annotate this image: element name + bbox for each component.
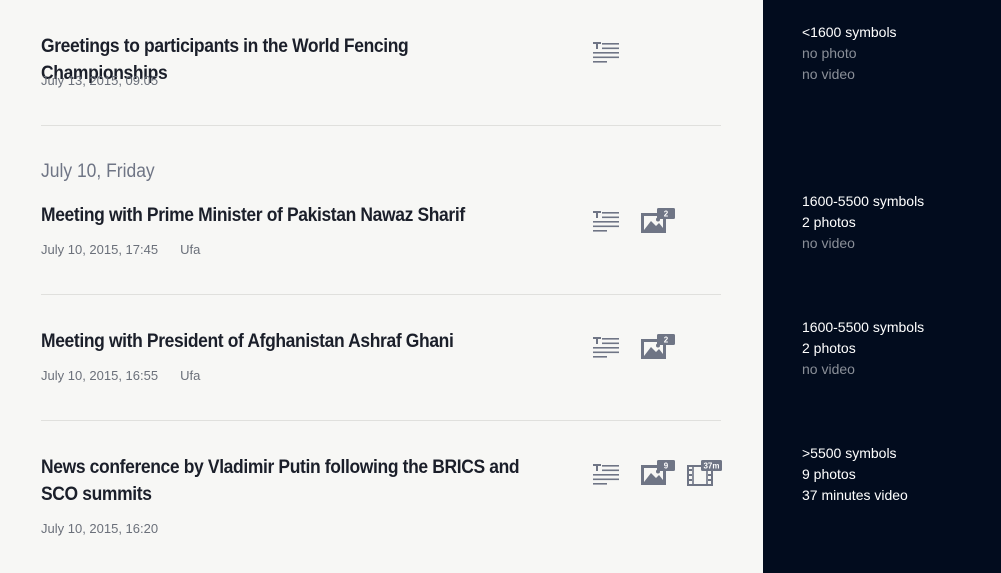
entry-meta: July 10, 2015, 17:45 Ufa xyxy=(41,242,200,257)
entry-title[interactable]: News conference by Vladimir Putin follow… xyxy=(41,454,520,508)
entry-place: Ufa xyxy=(180,242,201,257)
video-length: 37m xyxy=(703,462,719,471)
entry-title[interactable]: Meeting with President of Afghanistan As… xyxy=(41,328,519,355)
entry-meta: July 10, 2015, 16:55 Ufa xyxy=(41,368,200,383)
text-icon xyxy=(592,40,624,68)
entry-meta: July 10, 2015, 16:20 xyxy=(41,521,158,536)
legend-video: no video xyxy=(802,361,855,377)
divider xyxy=(41,294,721,295)
entry-datetime: July 10, 2015, 16:20 xyxy=(41,521,159,536)
legend-block: <1600 symbols no photo no video xyxy=(802,22,897,85)
legend-photos: 2 photos xyxy=(802,340,856,356)
legend-photos: 9 photos xyxy=(802,466,856,482)
divider xyxy=(41,125,721,126)
legend-video: no video xyxy=(802,235,855,251)
photo-count: 2 xyxy=(664,336,669,345)
legend-text-length: 1600-5500 symbols xyxy=(802,193,925,209)
entry-datetime: July 10, 2015, 17:45 xyxy=(41,242,159,257)
legend-block: 1600-5500 symbols 2 photos no video xyxy=(802,191,924,254)
legend-video: 37 minutes video xyxy=(802,487,908,503)
date-heading: July 10, Friday xyxy=(41,161,155,182)
text-icon xyxy=(592,209,624,237)
text-icon xyxy=(592,335,624,363)
entry-datetime: July 13, 2015, 09:05 xyxy=(41,73,159,88)
legend-video: no video xyxy=(802,66,855,82)
video-icon: 37m xyxy=(686,459,724,487)
photo-icon: 2 xyxy=(640,207,675,235)
legend-block: >5500 symbols 9 photos 37 minutes video xyxy=(802,443,908,506)
divider xyxy=(41,420,721,421)
legend-photos: no photo xyxy=(802,45,857,61)
legend-text-length: <1600 symbols xyxy=(802,24,897,40)
entry-place: Ufa xyxy=(180,368,201,383)
photo-count: 9 xyxy=(664,462,669,471)
legend-text-length: >5500 symbols xyxy=(802,445,897,461)
photo-count: 2 xyxy=(664,210,669,219)
photo-icon: 9 xyxy=(640,459,675,487)
legend-text-length: 1600-5500 symbols xyxy=(802,319,925,335)
news-list: Greetings to participants in the World F… xyxy=(0,0,763,573)
legend-photos: 2 photos xyxy=(802,214,856,230)
entry-datetime: July 10, 2015, 16:55 xyxy=(41,368,159,383)
entry-title[interactable]: Meeting with Prime Minister of Pakistan … xyxy=(41,202,519,229)
legend-block: 1600-5500 symbols 2 photos no video xyxy=(802,317,924,380)
photo-icon: 2 xyxy=(640,333,675,361)
text-icon xyxy=(592,462,624,490)
entry-meta: July 13, 2015, 09:05 xyxy=(41,73,158,88)
